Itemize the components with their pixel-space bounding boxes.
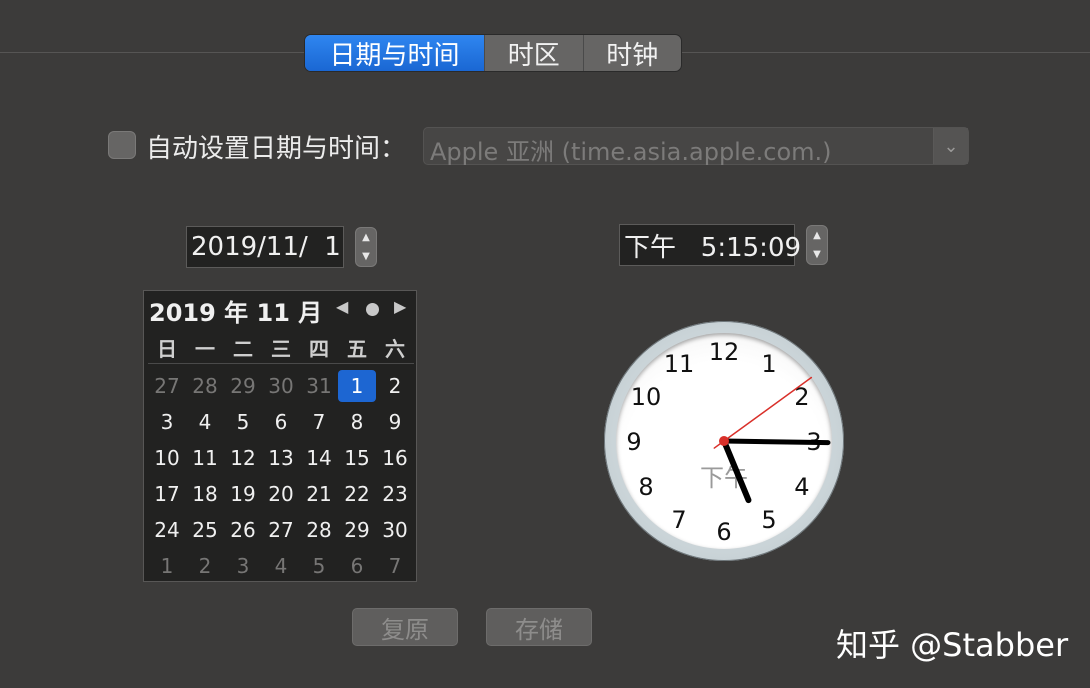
calendar-day[interactable]: 25	[186, 512, 224, 548]
time-server-value: Apple 亚洲 (time.asia.apple.com.)	[430, 138, 832, 166]
weekday-label: 三	[271, 336, 291, 361]
calendar-day[interactable]: 8	[338, 404, 376, 440]
calendar-day-selected[interactable]: 1	[338, 368, 376, 404]
calendar-week: 17 18 19 20 21 22 23	[148, 476, 414, 512]
revert-button[interactable]: 复原	[352, 608, 458, 646]
time-server-select[interactable]: Apple 亚洲 (time.asia.apple.com.) ⌄	[423, 127, 969, 166]
clock-number: 4	[794, 473, 809, 501]
calendar-grid: 日一二三四五六 27 28 29 30 31 1 2 3 4 5 6 7 8 9 10 11 12 13 14 15 16…	[148, 331, 414, 584]
stepper-up-icon[interactable]: ▲	[813, 230, 821, 241]
calendar-day[interactable]: 4	[186, 404, 224, 440]
calendar-day[interactable]: 23	[376, 476, 414, 512]
watermark: 知乎 @Stabber	[836, 626, 1069, 664]
calendar-day[interactable]: 22	[338, 476, 376, 512]
calendar-day[interactable]: 7	[300, 404, 338, 440]
tab-clock[interactable]: 时钟	[584, 35, 681, 71]
save-button[interactable]: 存储	[486, 608, 592, 646]
calendar-day[interactable]: 21	[300, 476, 338, 512]
calendar-day[interactable]: 4	[262, 548, 300, 584]
calendar-day[interactable]: 12	[224, 440, 262, 476]
time-field[interactable]: 下午 5:15:09	[619, 224, 801, 266]
calendar-day[interactable]: 5	[224, 404, 262, 440]
weekday-label: 二	[233, 336, 253, 361]
calendar-day[interactable]: 11	[186, 440, 224, 476]
tab-date-time[interactable]: 日期与时间	[305, 35, 486, 71]
calendar-day[interactable]: 6	[262, 404, 300, 440]
calendar-day[interactable]: 18	[186, 476, 224, 512]
stepper-up-icon[interactable]: ▲	[362, 232, 370, 243]
calendar: 2019 年 11 月 ◀ ▶ 日一二三四五六 27 28 29 30 31 1 2 3 4 5 6 7…	[143, 290, 417, 582]
analog-clock: 121234567891011下午	[604, 321, 844, 561]
weekday-label: 五	[347, 336, 367, 361]
calendar-day[interactable]: 29	[338, 512, 376, 548]
weekday-label: 日	[157, 336, 177, 361]
clock-number: 9	[626, 428, 641, 456]
calendar-day[interactable]: 28	[300, 512, 338, 548]
calendar-week: 1234567	[148, 548, 414, 584]
weekday-label: 一	[195, 336, 215, 361]
auto-set-label: 自动设置日期与时间：	[146, 134, 407, 164]
auto-set-checkbox[interactable]	[108, 131, 136, 159]
clock-number: 1	[761, 350, 776, 378]
calendar-week: 27 28 29 30 31 1 2	[148, 368, 414, 404]
calendar-day[interactable]: 30	[376, 512, 414, 548]
clock-number: 12	[709, 338, 740, 366]
calendar-day[interactable]: 15	[338, 440, 376, 476]
clock-number: 2	[794, 383, 809, 411]
chevron-down-icon[interactable]: ⌄	[933, 128, 968, 164]
minute-hand	[721, 438, 831, 446]
next-month-icon[interactable]: ▶	[394, 297, 406, 316]
calendar-day[interactable]: 27	[148, 368, 186, 404]
calendar-day[interactable]: 20	[262, 476, 300, 512]
calendar-day[interactable]: 3	[148, 404, 186, 440]
calendar-day[interactable]: 29	[224, 368, 262, 404]
weekday-label: 四	[309, 336, 329, 361]
date-stepper[interactable]: ▲ ▼	[355, 227, 377, 267]
calendar-day[interactable]: 13	[262, 440, 300, 476]
calendar-day[interactable]: 7	[376, 548, 414, 584]
calendar-day[interactable]: 24	[148, 512, 186, 548]
calendar-day[interactable]: 5	[300, 548, 338, 584]
tab-bar: 日期与时间 时区 时钟	[304, 34, 682, 72]
calendar-day[interactable]: 14	[300, 440, 338, 476]
calendar-day[interactable]: 3	[224, 548, 262, 584]
calendar-day[interactable]: 10	[148, 440, 186, 476]
tab-time-zone[interactable]: 时区	[485, 35, 584, 71]
calendar-day[interactable]: 17	[148, 476, 186, 512]
clock-number: 6	[716, 518, 731, 546]
clock-number: 7	[671, 506, 686, 534]
calendar-day[interactable]: 26	[224, 512, 262, 548]
calendar-day[interactable]: 31	[300, 368, 338, 404]
calendar-day[interactable]: 16	[376, 440, 414, 476]
calendar-week: 10 11 12 13 14 15 16	[148, 440, 414, 476]
clock-number: 5	[761, 506, 776, 534]
calendar-day[interactable]: 19	[224, 476, 262, 512]
calendar-week: 3456789	[148, 404, 414, 440]
time-stepper[interactable]: ▲ ▼	[806, 225, 828, 265]
weekday-header: 日一二三四五六	[148, 331, 414, 364]
today-dot-icon[interactable]	[366, 303, 379, 316]
calendar-day[interactable]: 27	[262, 512, 300, 548]
calendar-day[interactable]: 2	[376, 368, 414, 404]
calendar-day[interactable]: 6	[338, 548, 376, 584]
date-field[interactable]: 2019/11/ 1	[186, 226, 344, 268]
clock-number: 10	[631, 383, 662, 411]
calendar-day[interactable]: 9	[376, 404, 414, 440]
weekday-label: 六	[385, 336, 405, 361]
calendar-day[interactable]: 2	[186, 548, 224, 584]
calendar-day[interactable]: 30	[262, 368, 300, 404]
calendar-week: 24 25 26 27 28 29 30	[148, 512, 414, 548]
previous-month-icon[interactable]: ◀	[336, 297, 348, 316]
stepper-down-icon[interactable]: ▼	[813, 249, 821, 260]
calendar-day[interactable]: 28	[186, 368, 224, 404]
clock-center	[719, 436, 729, 446]
clock-number: 8	[638, 473, 653, 501]
calendar-month-title: 2019 年 11 月	[149, 299, 323, 327]
clock-hands: 121234567891011下午	[626, 338, 831, 546]
calendar-day[interactable]: 1	[148, 548, 186, 584]
clock-number: 11	[664, 350, 695, 378]
stepper-down-icon[interactable]: ▼	[362, 251, 370, 262]
